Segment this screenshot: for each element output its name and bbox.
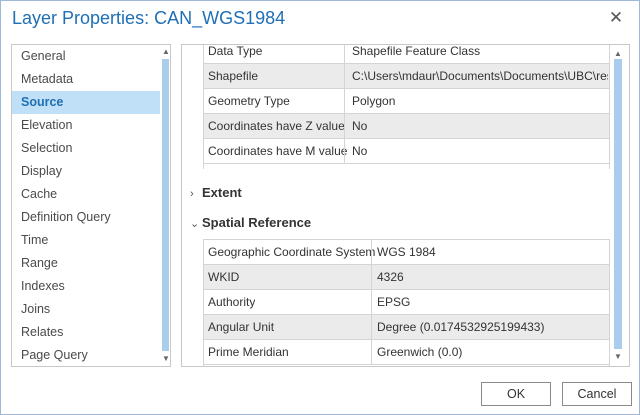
layer-properties-dialog: Layer Properties: CAN_WGS1984 ✕ General …: [0, 0, 640, 415]
extent-section-header[interactable]: › Extent: [190, 184, 242, 202]
source-panel: Data Type Shapefile Feature Class Shapef…: [181, 44, 630, 367]
property-value: Polygon: [352, 94, 396, 108]
nav-item-time[interactable]: Time: [12, 229, 160, 252]
table-row: Data Type Shapefile Feature Class: [204, 44, 609, 64]
nav-item-elevation[interactable]: Elevation: [12, 114, 160, 137]
dialog-title: Layer Properties: CAN_WGS1984: [12, 8, 286, 28]
nav-item-joins[interactable]: Joins: [12, 298, 160, 321]
nav-item-source[interactable]: Source: [12, 91, 160, 114]
ok-button[interactable]: OK: [481, 382, 551, 406]
property-value: Shapefile Feature Class: [352, 44, 481, 58]
scroll-down-icon[interactable]: ▼: [613, 352, 623, 362]
extent-label: Extent: [202, 185, 242, 200]
nav-scrollbar[interactable]: ▲ ▼: [161, 45, 170, 366]
property-name: Coordinates have Z value: [208, 119, 345, 133]
panel-scroll-thumb[interactable]: [614, 59, 622, 349]
property-name: Authority: [208, 295, 256, 309]
table-row: Angular Unit Degree (0.0174532925199433): [204, 315, 609, 340]
nav-item-relates[interactable]: Relates: [12, 321, 160, 344]
property-value: EPSG: [377, 295, 411, 309]
table-row: Coordinates have M value No: [204, 139, 609, 164]
scroll-down-icon[interactable]: ▼: [161, 354, 170, 364]
nav-item-range[interactable]: Range: [12, 252, 160, 275]
nav-item-display[interactable]: Display: [12, 160, 160, 183]
table-row: WKID 4326: [204, 265, 609, 290]
close-icon[interactable]: ✕: [605, 7, 627, 29]
property-name: Geometry Type: [208, 94, 290, 108]
table-row: Prime Meridian Greenwich (0.0): [204, 340, 609, 365]
spatial-reference-section-header[interactable]: ⌄ Spatial Reference: [190, 214, 311, 232]
property-name: WKID: [208, 270, 240, 284]
chevron-down-icon: ⌄: [190, 218, 200, 230]
nav-item-page-query[interactable]: Page Query: [12, 344, 160, 366]
property-name: Data Type: [208, 44, 263, 58]
nav-scroll-thumb[interactable]: [162, 59, 169, 351]
property-name: Coordinates have M value: [208, 144, 348, 158]
property-name: Shapefile: [208, 69, 259, 83]
nav-item-definition-query[interactable]: Definition Query: [12, 206, 160, 229]
property-value: Greenwich (0.0): [377, 345, 463, 359]
nav-item-selection[interactable]: Selection: [12, 137, 160, 160]
cancel-button[interactable]: Cancel: [562, 382, 632, 406]
chevron-right-icon: ›: [190, 188, 194, 200]
table-row: Coordinates have Z value No: [204, 114, 609, 139]
property-value: Degree (0.0174532925199433): [377, 320, 545, 334]
nav-item-metadata[interactable]: Metadata: [12, 68, 160, 91]
property-value: 4326: [377, 270, 404, 284]
nav-item-cache[interactable]: Cache: [12, 183, 160, 206]
panel-scrollbar[interactable]: ▲ ▼: [612, 45, 624, 366]
nav-item-indexes[interactable]: Indexes: [12, 275, 160, 298]
scroll-up-icon[interactable]: ▲: [613, 49, 623, 59]
spatial-reference-label: Spatial Reference: [202, 215, 312, 230]
property-value: No: [352, 144, 368, 158]
table-row: Geographic Coordinate System WGS 1984: [204, 240, 609, 265]
spatial-reference-table: Geographic Coordinate System WGS 1984 WK…: [203, 239, 610, 366]
property-name: Geographic Coordinate System: [208, 245, 376, 259]
property-value: No: [352, 119, 368, 133]
property-value: WGS 1984: [377, 245, 436, 259]
table-row: Geometry Type Polygon: [204, 89, 609, 114]
data-source-table: Data Type Shapefile Feature Class Shapef…: [203, 44, 610, 169]
property-value: C:\Users\mdaur\Documents\Documents\UBC\r…: [352, 69, 608, 83]
property-name: Angular Unit: [208, 320, 275, 334]
table-row: Shapefile C:\Users\mdaur\Documents\Docum…: [204, 64, 609, 89]
table-row: Authority EPSG: [204, 290, 609, 315]
property-name: Prime Meridian: [208, 345, 289, 359]
nav-item-general[interactable]: General: [12, 45, 160, 68]
category-list: General Metadata Source Elevation Select…: [11, 44, 171, 367]
scroll-up-icon[interactable]: ▲: [161, 47, 170, 57]
